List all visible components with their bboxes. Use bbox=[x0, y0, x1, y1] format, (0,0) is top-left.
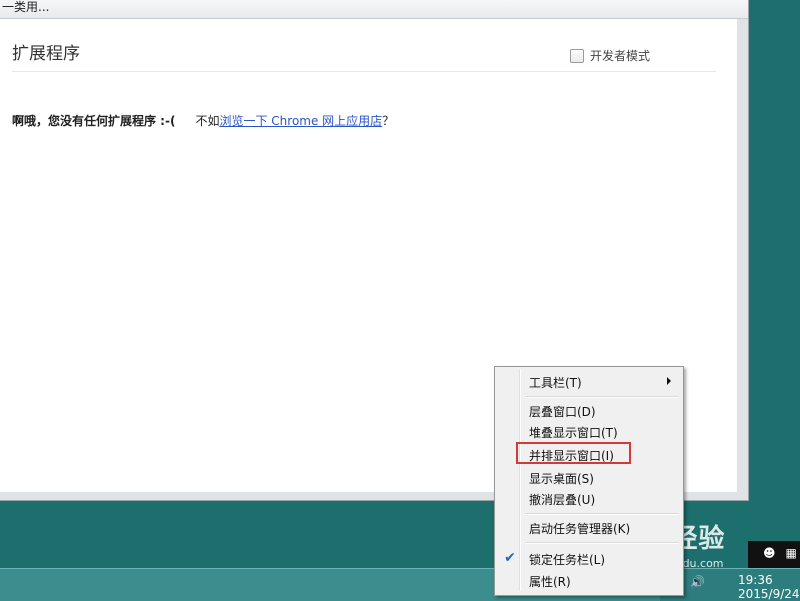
menu-item-stack-windows[interactable]: 堆叠显示窗口(T) bbox=[497, 421, 681, 441]
menu-item-label: 工具栏(T) bbox=[529, 376, 582, 390]
empty-message-suffix: ？ bbox=[382, 114, 395, 128]
window-title-text: 一类用... bbox=[2, 0, 50, 14]
submenu-arrow-icon bbox=[667, 377, 671, 385]
empty-message-text: 啊哦，您没有任何扩展程序 :-( bbox=[12, 114, 176, 128]
menu-item-show-desktop[interactable]: 显示桌面(S) bbox=[497, 467, 681, 487]
menu-separator bbox=[525, 542, 679, 544]
empty-extensions-message: 啊哦，您没有任何扩展程序 :-( 不如 浏览一下 Chrome 网上应用店 ？ bbox=[12, 112, 394, 129]
chrome-web-store-link[interactable]: 浏览一下 Chrome 网上应用店 bbox=[219, 112, 382, 129]
divider bbox=[12, 71, 716, 72]
menu-item-properties[interactable]: 属性(R) bbox=[497, 570, 681, 590]
taskbar-context-menu: 工具栏(T) 层叠窗口(D) 堆叠显示窗口(T) 并排显示窗口(I) 显示桌面(… bbox=[494, 366, 684, 596]
user-icon[interactable]: ☻ bbox=[763, 546, 776, 560]
menu-item-undo-cascade[interactable]: 撤消层叠(U) bbox=[497, 488, 681, 508]
volume-icon[interactable]: 🔊 bbox=[690, 575, 705, 589]
empty-message-prefix: 不如 bbox=[195, 114, 220, 128]
menu-item-task-manager[interactable]: 启动任务管理器(K) bbox=[497, 517, 681, 537]
menu-item-label: 堆叠显示窗口(T) bbox=[529, 426, 618, 440]
developer-mode-checkbox[interactable] bbox=[570, 48, 584, 63]
clock-date: 2015/9/24 bbox=[738, 587, 800, 601]
menu-item-label: 显示桌面(S) bbox=[529, 472, 594, 486]
menu-item-label: 属性(R) bbox=[529, 575, 571, 589]
menu-item-label: 撤消层叠(U) bbox=[529, 493, 596, 507]
grid-icon[interactable]: ▦ bbox=[786, 546, 797, 560]
side-panel-icons: ☻ ▦ bbox=[763, 546, 797, 560]
menu-separator bbox=[525, 513, 679, 515]
window-title-strip: 一类用... bbox=[0, 0, 748, 19]
page-title: 扩展程序 bbox=[12, 44, 80, 64]
developer-mode-label: 开发者模式 bbox=[590, 49, 651, 63]
menu-item-lock-taskbar[interactable]: ✔ 锁定任务栏(L) bbox=[497, 548, 681, 568]
menu-item-cascade-windows[interactable]: 层叠窗口(D) bbox=[497, 400, 681, 420]
menu-item-toolbars[interactable]: 工具栏(T) bbox=[497, 371, 681, 391]
menu-separator bbox=[525, 396, 679, 398]
checkmark-icon: ✔ bbox=[504, 550, 516, 566]
highlight-box bbox=[516, 442, 631, 464]
developer-mode-toggle[interactable]: 开发者模式 bbox=[570, 47, 650, 64]
clock-time: 19:36 bbox=[738, 573, 773, 587]
clock[interactable]: 19:36 2015/9/24 bbox=[738, 573, 800, 601]
menu-item-label: 启动任务管理器(K) bbox=[529, 522, 631, 536]
menu-item-label: 层叠窗口(D) bbox=[529, 405, 596, 419]
menu-item-label: 锁定任务栏(L) bbox=[529, 553, 606, 567]
